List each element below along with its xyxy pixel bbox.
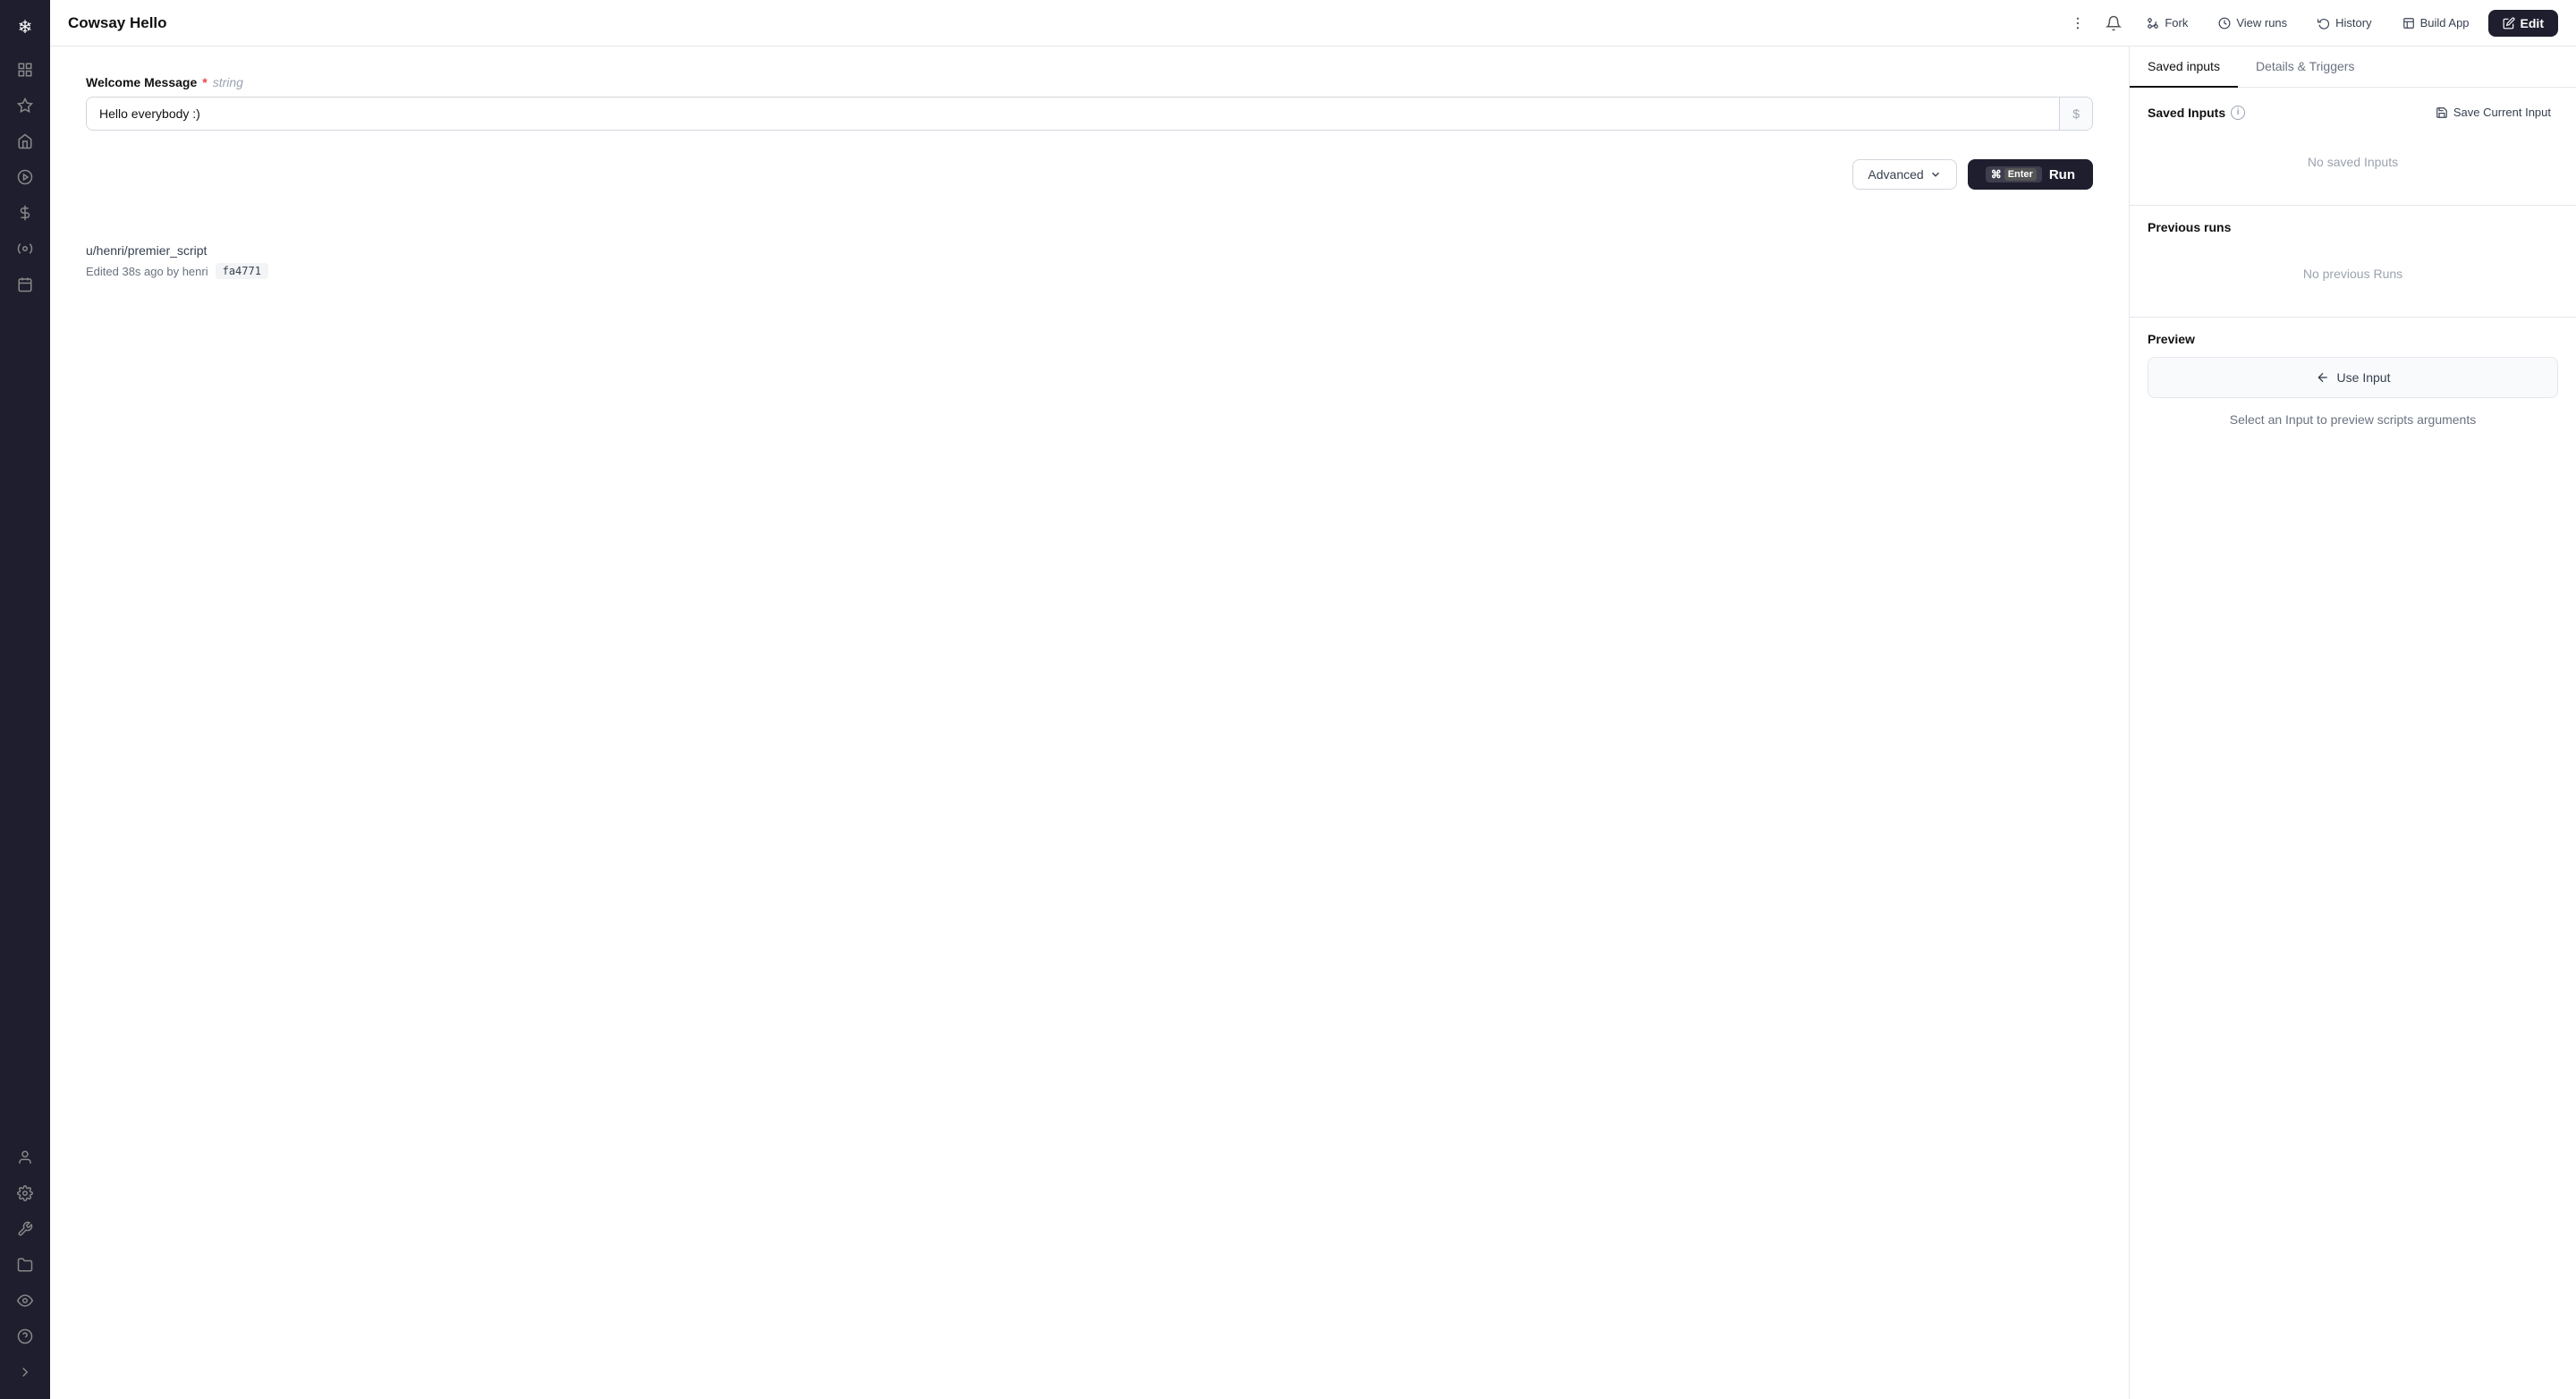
tab-saved-inputs-label: Saved inputs [2148, 59, 2220, 73]
save-icon [2436, 106, 2448, 119]
saved-inputs-info-icon[interactable]: i [2231, 106, 2245, 120]
preview-section: Preview Use Input Select an Input to pre… [2130, 318, 2576, 1399]
saved-inputs-section: Saved Inputs i Save Current Input No sav… [2130, 88, 2576, 206]
history-label: History [2335, 16, 2371, 30]
script-path: u/henri/premier_script [86, 243, 2093, 258]
run-keyboard-shortcut: ⌘ Enter [1986, 166, 2042, 182]
use-input-button[interactable]: Use Input [2148, 357, 2558, 398]
tab-details-triggers[interactable]: Details & Triggers [2238, 47, 2372, 88]
run-area: Advanced ⌘ Enter Run [86, 159, 2093, 190]
fork-label: Fork [2165, 16, 2188, 30]
sidebar-item-help[interactable] [9, 1320, 41, 1352]
welcome-message-input[interactable] [87, 98, 2059, 130]
fork-button[interactable]: Fork [2135, 10, 2199, 36]
enter-key: Enter [2004, 168, 2037, 181]
tab-saved-inputs[interactable]: Saved inputs [2130, 47, 2238, 88]
sidebar-item-grid[interactable] [9, 54, 41, 86]
topbar-actions: Fork View runs History Build App Edit [2063, 9, 2558, 38]
cmd-key: ⌘ [1991, 168, 2002, 181]
saved-inputs-title-text: Saved Inputs [2148, 106, 2225, 120]
sidebar-item-play[interactable] [9, 161, 41, 193]
field-type-hint: string [213, 75, 243, 89]
saved-inputs-header: Saved Inputs i Save Current Input [2148, 102, 2558, 123]
previous-runs-section: Previous runs No previous Runs [2130, 206, 2576, 318]
view-runs-button[interactable]: View runs [2207, 10, 2299, 36]
main-container: Cowsay Hello Fork View runs History [50, 0, 2576, 1399]
sidebar: ❄ [0, 0, 50, 1399]
welcome-message-field: Welcome Message * string $ [86, 75, 2093, 131]
script-meta: u/henri/premier_script Edited 38s ago by… [86, 243, 2093, 279]
sidebar-item-user[interactable] [9, 1141, 41, 1174]
edit-icon [2503, 17, 2515, 30]
script-panel: Welcome Message * string $ Advanced ⌘ Ent… [50, 47, 2129, 1399]
topbar: Cowsay Hello Fork View runs History [50, 0, 2576, 47]
sidebar-item-star[interactable] [9, 89, 41, 122]
field-input-wrapper: $ [86, 97, 2093, 131]
page-title: Cowsay Hello [68, 14, 2049, 32]
build-app-label: Build App [2420, 16, 2470, 30]
sidebar-item-settings[interactable] [9, 1177, 41, 1209]
no-saved-inputs: No saved Inputs [2148, 133, 2558, 191]
history-icon [2318, 17, 2330, 30]
dollar-sign: $ [2059, 98, 2092, 130]
edit-label: Edit [2521, 16, 2544, 30]
save-current-input-label: Save Current Input [2453, 106, 2551, 119]
right-panel: Saved inputs Details & Triggers Saved In… [2129, 47, 2576, 1399]
advanced-label: Advanced [1868, 167, 1923, 182]
save-current-input-button[interactable]: Save Current Input [2428, 102, 2558, 123]
edit-button[interactable]: Edit [2488, 10, 2558, 37]
history-button[interactable]: History [2306, 10, 2383, 36]
more-button[interactable] [2063, 9, 2092, 38]
layout-icon [2402, 17, 2415, 30]
preview-hint: Select an Input to preview scripts argum… [2148, 412, 2558, 427]
view-runs-label: View runs [2236, 16, 2287, 30]
arrow-left-icon [2316, 370, 2330, 385]
sidebar-item-home[interactable] [9, 125, 41, 157]
sidebar-item-eye[interactable] [9, 1285, 41, 1317]
edited-text: Edited 38s ago by henri [86, 265, 208, 278]
run-label: Run [2049, 167, 2075, 182]
sidebar-logo[interactable]: ❄ [9, 11, 41, 43]
sidebar-item-calendar[interactable] [9, 268, 41, 301]
field-label: Welcome Message * string [86, 75, 2093, 89]
chevron-down-icon [1929, 168, 1942, 181]
use-input-label: Use Input [2337, 370, 2391, 385]
commit-badge: fa4771 [216, 263, 268, 279]
logo-icon: ❄ [18, 16, 33, 38]
run-button[interactable]: ⌘ Enter Run [1968, 159, 2093, 190]
build-app-button[interactable]: Build App [2391, 10, 2481, 36]
script-edited: Edited 38s ago by henri fa4771 [86, 263, 2093, 279]
preview-title: Preview [2148, 332, 2558, 346]
field-required: * [202, 75, 207, 89]
field-label-text: Welcome Message [86, 75, 197, 89]
tab-details-triggers-label: Details & Triggers [2256, 59, 2354, 73]
tabs-row: Saved inputs Details & Triggers [2130, 47, 2576, 88]
sidebar-item-tools[interactable] [9, 1213, 41, 1245]
sidebar-item-api[interactable] [9, 233, 41, 265]
previous-runs-title: Previous runs [2148, 220, 2558, 234]
sidebar-item-expand[interactable] [9, 1356, 41, 1388]
fork-icon [2147, 17, 2159, 30]
content-area: Welcome Message * string $ Advanced ⌘ Ent… [50, 47, 2576, 1399]
sidebar-item-folder[interactable] [9, 1249, 41, 1281]
notifications-button[interactable] [2099, 9, 2128, 38]
sidebar-item-billing[interactable] [9, 197, 41, 229]
advanced-button[interactable]: Advanced [1852, 159, 1956, 190]
no-previous-runs: No previous Runs [2148, 245, 2558, 302]
saved-inputs-title: Saved Inputs i [2148, 106, 2245, 120]
clock-icon [2218, 17, 2231, 30]
